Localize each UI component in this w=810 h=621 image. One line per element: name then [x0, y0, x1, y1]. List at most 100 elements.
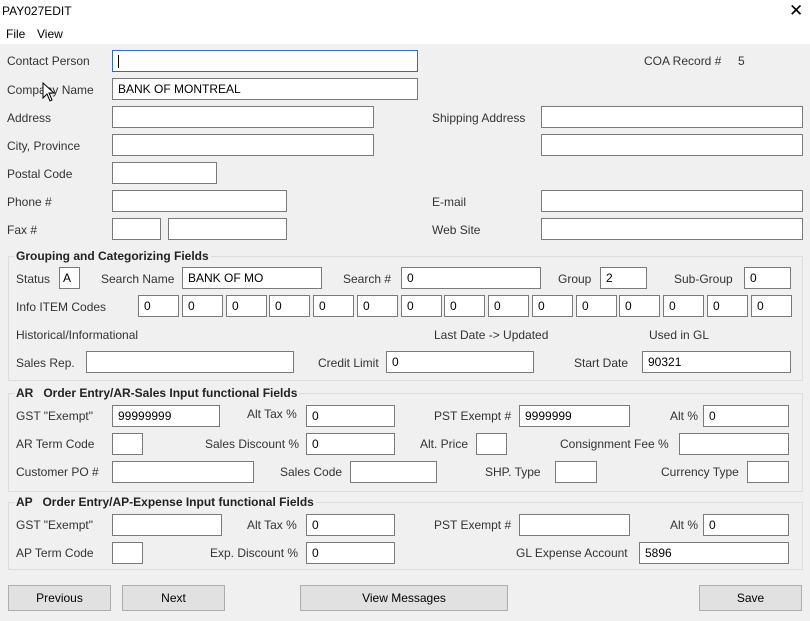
info-code-field[interactable]: 0 — [313, 295, 354, 317]
menu-file[interactable]: File — [6, 27, 25, 41]
company-name-field[interactable]: BANK OF MONTREAL — [112, 78, 418, 100]
fax-number-field[interactable] — [168, 218, 287, 240]
sub-group-label: Sub-Group — [674, 272, 733, 286]
sales-rep-field[interactable] — [86, 351, 294, 373]
status-field[interactable]: A — [59, 267, 80, 289]
city-province-label: City, Province — [7, 139, 81, 153]
info-code-field[interactable]: 0 — [532, 295, 573, 317]
info-code-field[interactable]: 0 — [138, 295, 179, 317]
sales-code-field[interactable] — [350, 461, 437, 483]
email-field[interactable] — [541, 190, 803, 212]
ap-alt-tax-label: Alt Tax % — [247, 518, 297, 532]
coa-record-label: COA Record # — [644, 54, 722, 68]
exp-discount-label: Exp. Discount % — [210, 546, 299, 560]
info-code-field[interactable]: 0 — [357, 295, 398, 317]
group-field[interactable]: 2 — [600, 267, 647, 289]
coa-record-value: 5 — [738, 54, 745, 68]
customer-po-field[interactable] — [112, 461, 254, 483]
search-name-label: Search Name — [101, 272, 175, 286]
start-date-field[interactable]: 90321 — [642, 351, 791, 373]
next-button[interactable]: Next — [122, 585, 225, 611]
info-code-field[interactable]: 0 — [444, 295, 485, 317]
info-code-field[interactable]: 0 — [751, 295, 792, 317]
ar-term-code-field[interactable] — [112, 433, 143, 455]
address-label: Address — [7, 111, 52, 125]
ap-pst-exempt-field[interactable] — [519, 514, 630, 536]
exp-discount-field[interactable]: 0 — [306, 542, 395, 564]
ar-pst-exempt-field[interactable]: 9999999 — [519, 405, 630, 427]
consignment-fee-field[interactable] — [679, 433, 789, 455]
close-icon[interactable]: ✕ — [789, 1, 803, 21]
fax-label: Fax # — [7, 223, 38, 237]
info-code-field[interactable]: 0 — [269, 295, 310, 317]
shipping-address-field[interactable] — [541, 106, 803, 128]
customer-po-label: Customer PO # — [16, 465, 99, 479]
credit-limit-label: Credit Limit — [318, 356, 379, 370]
shipping-address-label: Shipping Address — [432, 111, 526, 125]
shp-type-label: SHP. Type — [485, 465, 541, 479]
ar-alt-tax-field[interactable]: 0 — [306, 405, 395, 427]
ar-pst-exempt-label: PST Exempt # — [434, 409, 512, 423]
text-caret — [118, 55, 119, 69]
ap-term-code-label: AP Term Code — [16, 546, 94, 560]
shipping-address-line2-field[interactable] — [541, 134, 803, 156]
postal-code-field[interactable] — [112, 162, 217, 184]
gl-expense-account-field[interactable]: 5896 — [639, 542, 789, 564]
info-code-field[interactable]: 0 — [488, 295, 529, 317]
ar-gst-exempt-field[interactable]: 99999999 — [112, 405, 220, 427]
info-code-field[interactable]: 0 — [707, 295, 748, 317]
fax-area-field[interactable] — [112, 218, 161, 240]
city-province-field[interactable] — [112, 134, 374, 156]
web-site-field[interactable] — [541, 218, 803, 240]
save-button[interactable]: Save — [699, 585, 802, 611]
info-code-field[interactable]: 0 — [663, 295, 704, 317]
sales-code-label: Sales Code — [280, 465, 343, 479]
ap-alt-percent-field[interactable]: 0 — [703, 514, 789, 536]
contact-person-label: Contact Person — [7, 54, 90, 68]
currency-type-label: Currency Type — [661, 465, 739, 479]
ap-alt-tax-field[interactable]: 0 — [306, 514, 395, 536]
search-number-label: Search # — [343, 272, 392, 286]
sales-discount-label: Sales Discount % — [205, 437, 300, 451]
credit-limit-field[interactable]: 0 — [386, 351, 534, 373]
sales-discount-field[interactable]: 0 — [306, 433, 395, 455]
currency-type-field[interactable] — [747, 461, 789, 483]
info-code-field[interactable]: 0 — [182, 295, 223, 317]
grouping-title: Grouping and Categorizing Fields — [14, 249, 211, 263]
info-code-field[interactable]: 0 — [576, 295, 617, 317]
info-code-field[interactable]: 0 — [226, 295, 267, 317]
ap-pst-exempt-label: PST Exempt # — [434, 518, 512, 532]
phone-field[interactable] — [112, 190, 287, 212]
previous-button[interactable]: Previous — [8, 585, 111, 611]
used-in-gl-label: Used in GL — [649, 328, 710, 342]
search-name-field[interactable]: BANK OF MO — [182, 267, 322, 289]
ar-alt-tax-label: Alt Tax % — [247, 407, 297, 421]
address-field[interactable] — [112, 106, 374, 128]
info-code-field[interactable]: 0 — [401, 295, 442, 317]
consignment-fee-label: Consignment Fee % — [560, 437, 669, 451]
view-messages-button[interactable]: View Messages — [300, 585, 508, 611]
ap-term-code-field[interactable] — [112, 542, 143, 564]
sub-group-field[interactable]: 0 — [744, 267, 791, 289]
group-label: Group — [558, 272, 592, 286]
historical-informational-label: Historical/Informational — [16, 328, 139, 342]
title-bar — [0, 0, 810, 24]
ap-gst-exempt-field[interactable] — [112, 514, 222, 536]
contact-person-field[interactable] — [112, 50, 418, 72]
start-date-label: Start Date — [574, 356, 629, 370]
email-label: E-mail — [432, 195, 467, 209]
info-code-field[interactable]: 0 — [619, 295, 660, 317]
alt-price-label: Alt. Price — [420, 437, 469, 451]
window-title: PAY027EDIT — [2, 4, 72, 18]
web-site-label: Web Site — [432, 223, 481, 237]
search-number-field[interactable]: 0 — [401, 267, 541, 289]
menu-view[interactable]: View — [37, 27, 63, 41]
ar-alt-percent-label: Alt % — [670, 409, 699, 423]
ar-term-code-label: AR Term Code — [16, 437, 95, 451]
mouse-pointer-icon — [42, 82, 56, 102]
ar-alt-percent-field[interactable]: 0 — [703, 405, 789, 427]
status-label: Status — [16, 272, 51, 286]
alt-price-field[interactable] — [476, 433, 507, 455]
sales-rep-label: Sales Rep. — [16, 356, 75, 370]
shp-type-field[interactable] — [555, 461, 597, 483]
